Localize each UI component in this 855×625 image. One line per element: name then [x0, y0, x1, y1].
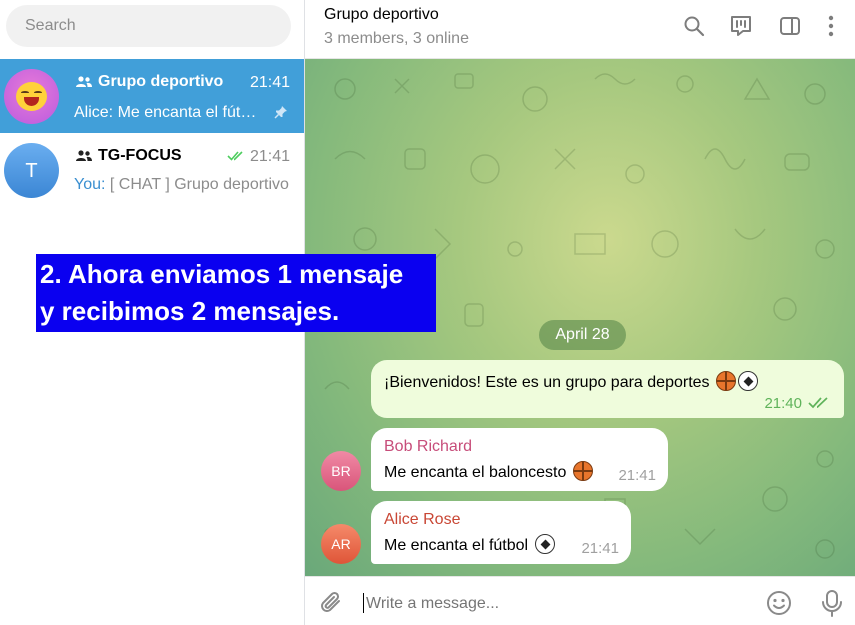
preview-text: [ CHAT ] Grupo deportivo [105, 176, 289, 193]
message-time: 21:41 [618, 467, 656, 484]
message-composer [305, 576, 855, 625]
chat-title: Grupo deportivo [98, 73, 224, 90]
message-time: 21:41 [581, 540, 619, 557]
attach-icon[interactable] [319, 590, 345, 616]
chat-header: Grupo deportivo 3 members, 3 online [305, 0, 855, 59]
annotation-caption: 2. Ahora enviamos 1 mensaje y recibimos … [36, 254, 436, 332]
chat-item-tg-focus[interactable]: T TG-FOCUS 21:41 You: [ CHAT ] Grupo dep… [0, 133, 304, 207]
preview-prefix: You: [74, 176, 106, 193]
basketball-icon [572, 461, 593, 481]
text-caret [363, 593, 364, 613]
basketball-icon [716, 371, 736, 391]
emoji-icon[interactable] [766, 590, 792, 616]
sender-avatar[interactable]: BR [321, 451, 361, 491]
soccer-ball-icon [738, 371, 758, 391]
double-check-icon [808, 397, 828, 409]
message-text: ¡Bienvenidos! Este es un grupo para depo… [384, 374, 710, 391]
message-time: 21:40 [764, 395, 802, 412]
chat-header-subtitle: 3 members, 3 online [324, 30, 469, 47]
message-text: Me encanta el fútbol [384, 537, 529, 554]
soccer-ball-icon [534, 534, 555, 554]
chat-time: 21:41 [249, 74, 290, 91]
message-text-row: ¡Bienvenidos! Este es un grupo para depo… [384, 371, 758, 392]
double-check-icon [227, 151, 243, 161]
topics-icon[interactable] [729, 14, 753, 38]
group-icon [76, 150, 92, 161]
group-avatar [4, 69, 59, 124]
incoming-message[interactable]: Bob Richard Me encanta el baloncesto 21:… [371, 428, 668, 491]
outgoing-message[interactable]: ¡Bienvenidos! Este es un grupo para depo… [371, 360, 844, 418]
sender-name[interactable]: Alice Rose [384, 511, 460, 529]
date-separator: April 28 [539, 320, 626, 350]
more-vertical-icon[interactable] [819, 14, 843, 38]
search-icon[interactable] [682, 14, 706, 38]
avatar-letter: T [25, 160, 38, 182]
chat-title: TG-FOCUS [98, 147, 182, 164]
microphone-icon[interactable] [821, 589, 843, 617]
annotation-line: 2. Ahora enviamos 1 mensaje [40, 259, 404, 289]
message-text-row: Me encanta el fútbol [384, 534, 555, 555]
avatar: T [4, 143, 59, 198]
message-input[interactable] [366, 595, 746, 613]
sender-name[interactable]: Bob Richard [384, 438, 472, 456]
chat-item-grupo-deportivo[interactable]: Grupo deportivo 21:41 Alice: Me encanta … [0, 59, 304, 133]
laughing-face-icon [16, 82, 47, 111]
incoming-message[interactable]: Alice Rose Me encanta el fútbol 21:41 [371, 501, 631, 564]
sidebar-toggle-icon[interactable] [778, 14, 802, 38]
search-input[interactable]: Search [6, 5, 291, 47]
group-icon [76, 76, 92, 87]
chat-header-title[interactable]: Grupo deportivo [324, 6, 439, 24]
pin-icon [274, 106, 287, 119]
chat-preview: Alice: Me encanta el fútbol ⚽ [74, 104, 264, 121]
sender-avatar[interactable]: AR [321, 524, 361, 564]
chat-preview: You: [ CHAT ] Grupo deportivo [74, 176, 292, 194]
message-text: Me encanta el baloncesto [384, 464, 567, 481]
search-placeholder: Search [25, 17, 76, 34]
message-text-row: Me encanta el baloncesto [384, 461, 593, 482]
chat-time: 21:41 [249, 148, 290, 165]
annotation-line: y recibimos 2 mensajes. [40, 296, 340, 326]
